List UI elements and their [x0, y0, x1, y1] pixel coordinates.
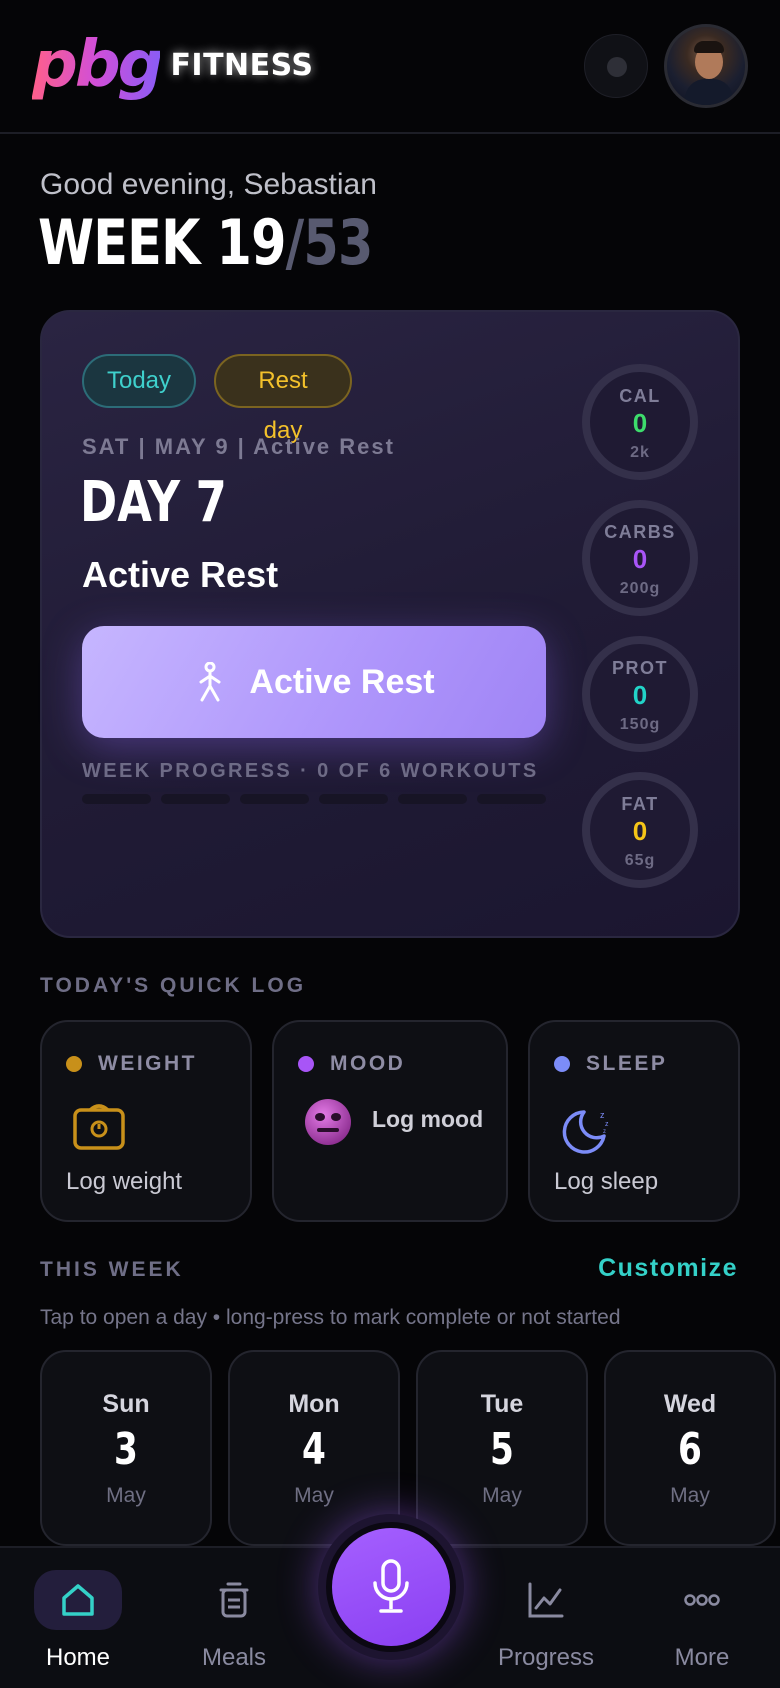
- calories-ring[interactable]: CAL 0 2k: [582, 364, 698, 480]
- voice-input-button[interactable]: [318, 1514, 464, 1660]
- day-card-tue[interactable]: Tue 5 May: [416, 1350, 588, 1546]
- nav-home-label: Home: [45, 1644, 111, 1671]
- weight-title: WEIGHT: [98, 1052, 197, 1075]
- log-weight-label: Log weight: [66, 1168, 183, 1195]
- day-date: 3: [114, 1424, 138, 1475]
- home-icon: [62, 1584, 94, 1616]
- progress-segment: [82, 794, 151, 804]
- ring-value: 0: [632, 680, 648, 710]
- nav-meals[interactable]: Meals: [176, 1548, 292, 1688]
- week-progress-label: WEEK PROGRESS · 0 OF 6 WORKOUTS: [82, 760, 539, 782]
- day-date: 4: [302, 1424, 326, 1475]
- nav-progress[interactable]: Progress: [486, 1548, 606, 1688]
- week-current: WEEK 19: [38, 206, 286, 279]
- moon-sleep-icon: z z z: [562, 1110, 609, 1154]
- day-name: Sun: [102, 1390, 150, 1418]
- fat-ring[interactable]: FAT 0 65g: [582, 772, 698, 888]
- card-date-line: SAT | MAY 9 | Active Rest: [82, 434, 395, 459]
- progress-segment: [477, 794, 546, 804]
- svg-text:z: z: [603, 1129, 606, 1135]
- log-sleep-card[interactable]: SLEEP z z z Log sleep: [528, 1020, 740, 1222]
- day-card-wed[interactable]: Wed 6 May: [604, 1350, 776, 1546]
- day-month: May: [670, 1484, 710, 1507]
- week-hint-text: Tap to open a day • long-press to mark c…: [40, 1306, 621, 1329]
- day-month: May: [106, 1484, 146, 1507]
- day-name: Tue: [480, 1390, 524, 1418]
- progress-segment: [398, 794, 467, 804]
- ring-value: 0: [632, 816, 648, 846]
- customize-link[interactable]: Customize: [598, 1254, 738, 1283]
- quick-log-title: TODAY'S QUICK LOG: [40, 974, 307, 997]
- ring-label: CAL: [619, 386, 661, 406]
- walking-person-icon: [199, 662, 221, 702]
- progress-segment: [161, 794, 230, 804]
- ring-goal: 200g: [619, 580, 661, 597]
- day-date: 6: [678, 1424, 702, 1475]
- start-workout-label: Active Rest: [249, 662, 435, 701]
- dot-icon: [607, 57, 627, 77]
- user-avatar[interactable]: [664, 24, 748, 108]
- ring-label: CARBS: [604, 522, 676, 542]
- this-week-title: THIS WEEK: [40, 1258, 184, 1281]
- sleep-dot: [554, 1056, 570, 1072]
- scale-icon: [73, 1104, 125, 1150]
- microphone-icon: [373, 1559, 409, 1613]
- today-chip: Today: [82, 354, 196, 408]
- nav-more-label: More: [674, 1644, 730, 1671]
- svg-text:z: z: [605, 1121, 609, 1128]
- progress-segment: [240, 794, 309, 804]
- ring-value: 0: [632, 544, 648, 574]
- app-header: pbg FITNESS: [0, 0, 780, 134]
- neutral-face-icon: [305, 1099, 351, 1145]
- log-sleep-label: Log sleep: [554, 1168, 659, 1195]
- logo-mark: pbg: [32, 28, 163, 102]
- log-mood-label: Log mood: [372, 1106, 484, 1132]
- nav-progress-label: Progress: [497, 1644, 595, 1671]
- protein-ring[interactable]: PROT 0 150g: [582, 636, 698, 752]
- start-workout-button[interactable]: Active Rest: [82, 626, 546, 738]
- log-weight-card[interactable]: WEIGHT Log weight: [40, 1020, 252, 1222]
- ring-label: PROT: [611, 658, 668, 678]
- nav-home[interactable]: Home: [20, 1548, 136, 1688]
- greeting-text: Good evening, Sebastian: [40, 168, 377, 201]
- ring-goal: 150g: [619, 716, 661, 733]
- rest-day-chip: Rest day: [214, 354, 352, 444]
- logo-word: FITNESS: [170, 47, 314, 83]
- app-logo: pbg FITNESS: [32, 30, 314, 100]
- carbs-ring[interactable]: CARBS 0 200g: [582, 500, 698, 616]
- day-month: May: [294, 1484, 334, 1507]
- sleep-title: SLEEP: [586, 1052, 668, 1075]
- status-indicator-button[interactable]: [584, 34, 648, 98]
- nav-meals-label: Meals: [201, 1644, 267, 1671]
- log-mood-card[interactable]: MOOD Log mood: [272, 1020, 508, 1222]
- day-month: May: [482, 1484, 522, 1507]
- chart-line-icon: [528, 1582, 564, 1618]
- week-counter: WEEK 19/53: [38, 206, 373, 279]
- meal-container-icon: [219, 1582, 249, 1618]
- weight-dot: [66, 1056, 82, 1072]
- more-dots-icon: [684, 1594, 720, 1606]
- svg-text:z: z: [600, 1110, 605, 1120]
- week-progress-bar: [82, 794, 546, 804]
- progress-segment: [319, 794, 388, 804]
- ring-goal: 65g: [624, 852, 656, 869]
- workout-name: Active Rest: [82, 554, 279, 595]
- day-card-sun[interactable]: Sun 3 May: [40, 1350, 212, 1546]
- day-name: Mon: [288, 1390, 340, 1418]
- day-name: Wed: [663, 1390, 717, 1418]
- ring-value: 0: [632, 408, 648, 438]
- mood-dot: [298, 1056, 314, 1072]
- day-number: DAY 7: [80, 470, 227, 535]
- day-date: 5: [490, 1424, 514, 1475]
- today-workout-card[interactable]: Today Rest day SAT | MAY 9 | Active Rest…: [40, 310, 740, 938]
- week-total: /53: [285, 206, 374, 279]
- ring-goal: 2k: [630, 444, 650, 461]
- ring-label: FAT: [621, 794, 659, 814]
- mood-title: MOOD: [330, 1052, 406, 1075]
- nav-more[interactable]: More: [644, 1548, 760, 1688]
